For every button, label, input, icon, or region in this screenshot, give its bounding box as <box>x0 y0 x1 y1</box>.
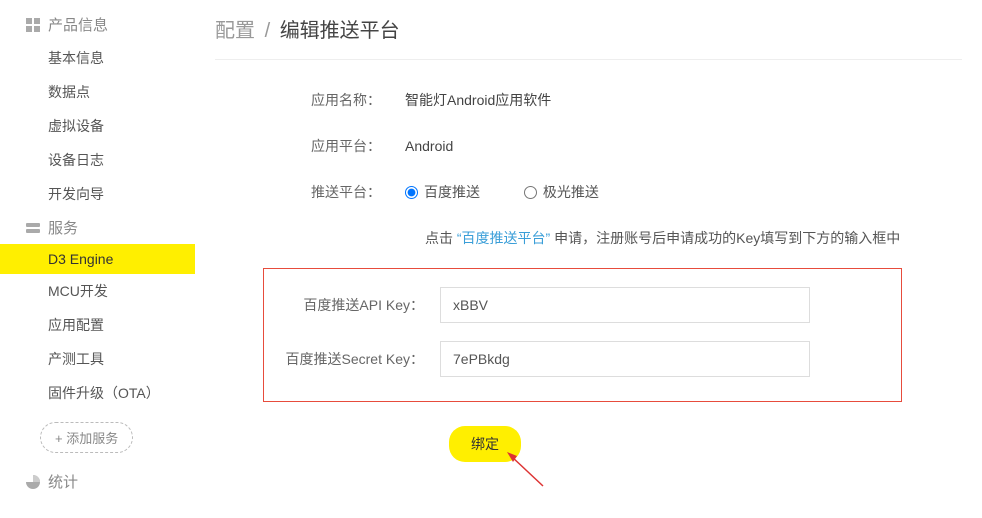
push-option-label: 百度推送 <box>424 182 480 202</box>
push-platform-label: 推送平台： <box>275 182 405 202</box>
breadcrumb-sep: / <box>261 20 275 42</box>
sidebar-item-app-config[interactable]: 应用配置 <box>0 308 195 342</box>
pie-icon <box>26 475 40 489</box>
secret-key-input[interactable] <box>440 341 810 377</box>
sidebar-section-service: 服务 <box>0 211 195 244</box>
app-name-label: 应用名称： <box>275 90 405 110</box>
api-key-input[interactable] <box>440 287 810 323</box>
key-input-box: 百度推送API Key： 百度推送Secret Key： <box>263 268 902 402</box>
secret-key-label: 百度推送Secret Key： <box>278 349 440 369</box>
sidebar-section-title: 统计 <box>48 471 78 492</box>
radio-jiguang[interactable] <box>524 186 537 199</box>
sidebar-item-mcu-dev[interactable]: MCU开发 <box>0 274 195 308</box>
breadcrumb: 配置 / 编辑推送平台 <box>215 10 962 60</box>
sidebar-item-dev-guide[interactable]: 开发向导 <box>0 177 195 211</box>
sidebar-section-stats: 统计 <box>0 465 195 498</box>
hint-prefix: 点击 <box>425 230 453 246</box>
grid-icon <box>26 18 40 32</box>
add-service-button[interactable]: + 添加服务 <box>40 422 133 453</box>
service-icon <box>26 221 40 235</box>
push-option-label: 极光推送 <box>543 182 599 202</box>
sidebar-item-ota[interactable]: 固件升级（OTA） <box>0 376 195 410</box>
hint-suffix: 申请，注册账号后申请成功的Key填写到下方的输入框中 <box>554 230 900 246</box>
sidebar-section-title: 服务 <box>48 217 78 238</box>
sidebar-item-d3-engine[interactable]: D3 Engine <box>0 244 195 274</box>
push-option-jiguang[interactable]: 极光推送 <box>524 182 599 202</box>
api-key-label: 百度推送API Key： <box>278 295 440 315</box>
sidebar-section-product: 产品信息 <box>0 8 195 41</box>
breadcrumb-parent: 配置 <box>215 20 255 42</box>
platform-label: 应用平台： <box>275 136 405 156</box>
baidu-push-link[interactable]: “百度推送平台” <box>457 230 550 246</box>
push-option-baidu[interactable]: 百度推送 <box>405 182 480 202</box>
pointer-arrow-icon <box>505 448 545 488</box>
sidebar-item-basic-info[interactable]: 基本信息 <box>0 41 195 75</box>
sidebar-section-title: 产品信息 <box>48 14 108 35</box>
breadcrumb-current: 编辑推送平台 <box>280 20 400 42</box>
sidebar-item-test-tool[interactable]: 产测工具 <box>0 342 195 376</box>
platform-value: Android <box>405 138 453 154</box>
radio-baidu[interactable] <box>405 186 418 199</box>
hint-text: 点击 “百度推送平台” 申请，注册账号后申请成功的Key填写到下方的输入框中 <box>425 228 962 248</box>
sidebar-item-device-log[interactable]: 设备日志 <box>0 143 195 177</box>
app-name-value: 智能灯Android应用软件 <box>405 90 551 110</box>
sidebar-item-data-point[interactable]: 数据点 <box>0 75 195 109</box>
sidebar-item-virtual-device[interactable]: 虚拟设备 <box>0 109 195 143</box>
